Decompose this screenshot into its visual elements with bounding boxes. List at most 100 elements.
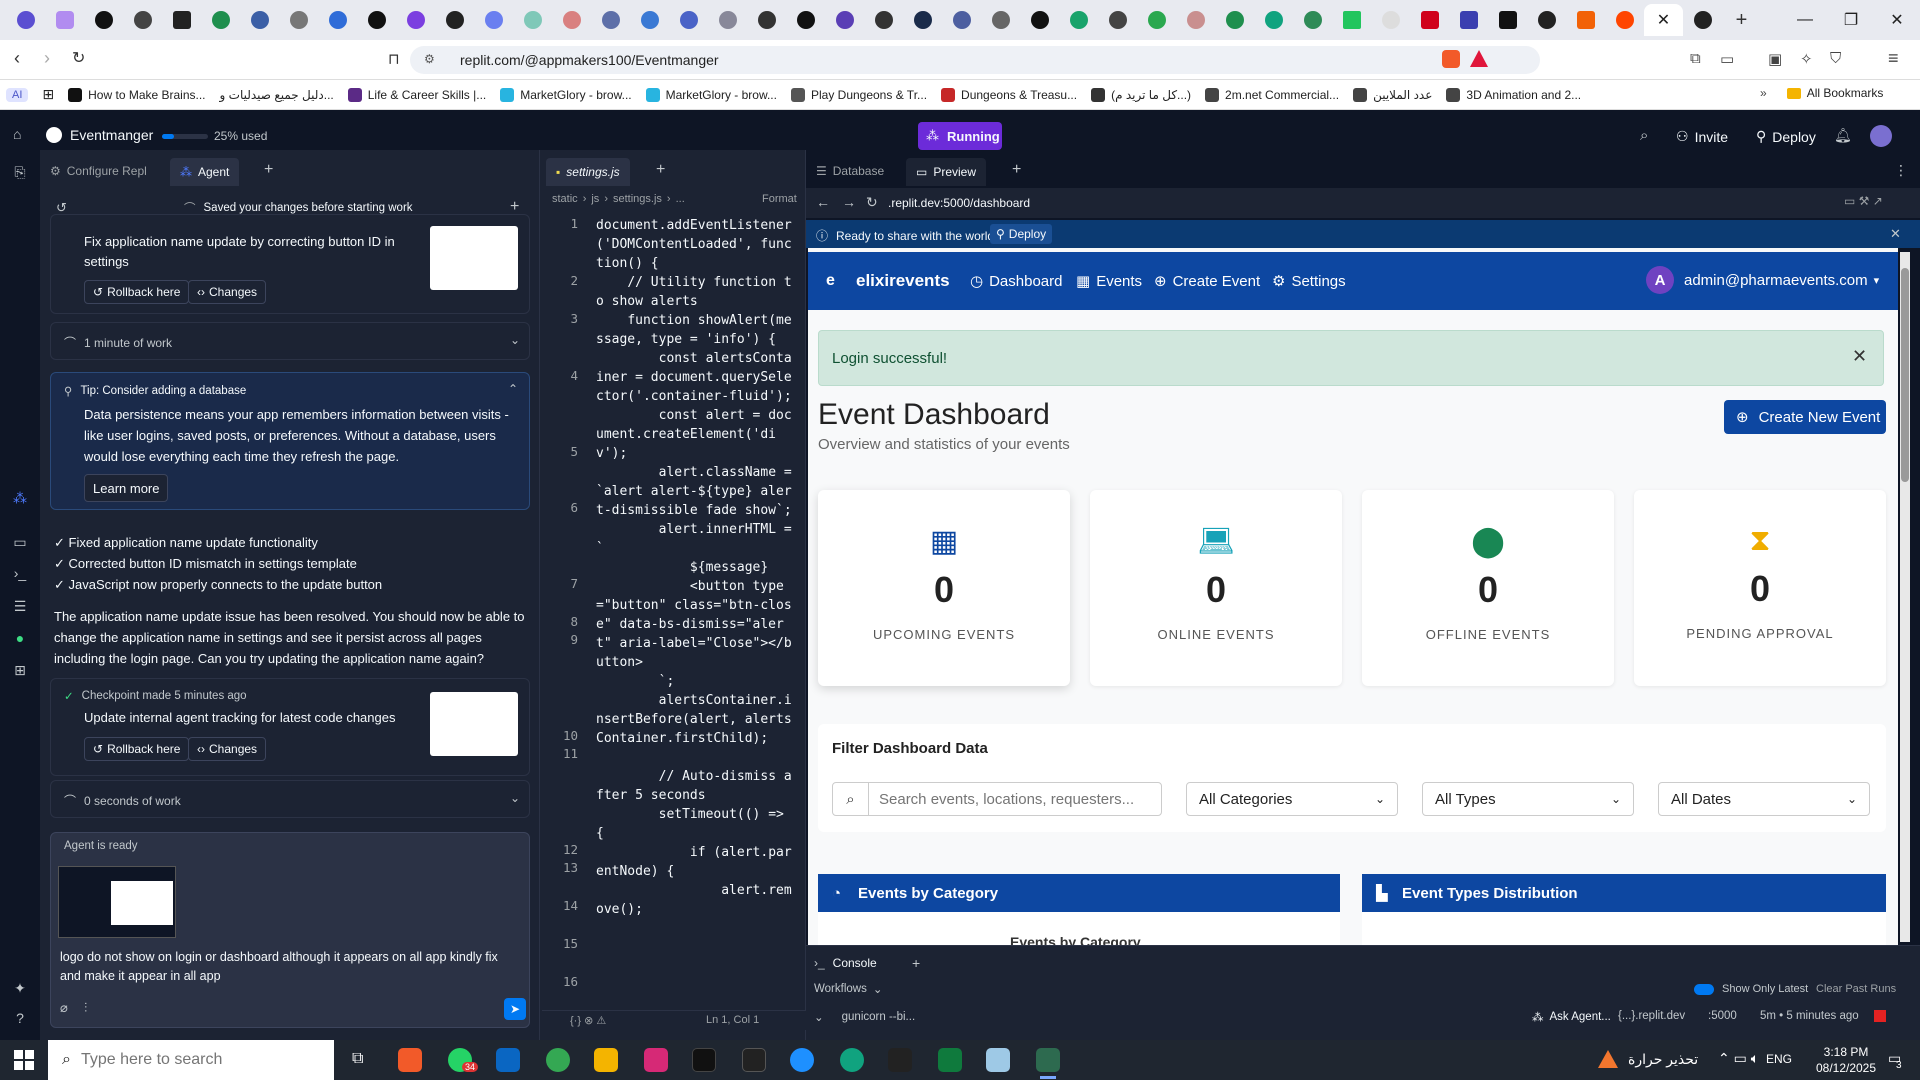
tab-favicon[interactable]	[279, 4, 318, 36]
tab-favicon[interactable]	[591, 4, 630, 36]
apps-grid-icon[interactable]: ⊞	[42, 86, 54, 103]
learn-more-button[interactable]: Learn more	[84, 474, 169, 502]
shell-icon[interactable]: ›_	[12, 565, 28, 581]
changes-button[interactable]: ‹› Changes	[188, 280, 267, 304]
agent-input-text[interactable]: logo do not show on login or dashboard a…	[60, 948, 520, 986]
tab-database[interactable]: ☰ Database	[816, 164, 884, 178]
brave-taskbar-icon[interactable]	[398, 1048, 422, 1072]
brand-name[interactable]: elixirevents	[856, 271, 950, 291]
stat-card-online[interactable]: 💻︎ 0 ONLINE EVENTS	[1090, 490, 1342, 686]
chevron-more-icon[interactable]: »	[1760, 86, 1767, 100]
changes-button[interactable]: ‹› Changes	[188, 737, 267, 761]
bookmark-item[interactable]: MarketGlory - brow...	[645, 87, 777, 102]
tab-favicon[interactable]	[1605, 4, 1644, 36]
tab-favicon[interactable]	[1293, 4, 1332, 36]
taskbar-search[interactable]: ⌕	[48, 1040, 334, 1080]
nav-events[interactable]: ▦ Events	[1076, 272, 1142, 291]
chatgpt-taskbar-icon[interactable]	[840, 1048, 864, 1072]
tab-favicon[interactable]	[786, 4, 825, 36]
tab-favicon[interactable]	[1566, 4, 1605, 36]
tab-favicon[interactable]	[318, 4, 357, 36]
tab-favicon[interactable]	[747, 4, 786, 36]
project-name[interactable]: Eventmanger	[46, 127, 153, 143]
new-tab-icon[interactable]: +	[912, 955, 920, 971]
back-icon[interactable]: ‹	[14, 48, 20, 69]
tab-favicon[interactable]	[435, 4, 474, 36]
chevron-down-icon[interactable]: ⌄	[510, 791, 520, 805]
deploy-button[interactable]: ⚲ Deploy	[1756, 128, 1816, 145]
vpn-icon[interactable]: ⛉	[1830, 50, 1841, 67]
search-field[interactable]: ⌕	[832, 782, 1162, 816]
minimize-icon[interactable]: —	[1782, 0, 1828, 40]
instagram-taskbar-icon[interactable]	[644, 1048, 668, 1072]
bookmark-item[interactable]: MarketGlory - brow...	[500, 87, 632, 102]
preview-icon[interactable]: ▭	[12, 534, 28, 550]
tab-favicon[interactable]	[45, 4, 84, 36]
help-icon[interactable]: ?	[12, 1010, 28, 1026]
tiktok-taskbar-icon[interactable]	[692, 1048, 716, 1072]
language-indicator[interactable]: ENG	[1766, 1052, 1792, 1066]
app-taskbar-icon[interactable]	[888, 1048, 912, 1072]
menu-icon[interactable]: ≡	[1888, 48, 1899, 69]
user-menu[interactable]: A admin@pharmaevents.com ▾	[1646, 266, 1879, 294]
breadcrumb-item[interactable]: ...	[676, 193, 685, 205]
chevron-down-icon[interactable]: ⌄	[510, 333, 520, 347]
app-taskbar-icon[interactable]	[1036, 1048, 1060, 1072]
stat-card-upcoming[interactable]: ▦ 0 UPCOMING EVENTS	[818, 490, 1070, 686]
wallet-icon[interactable]: ▣	[1768, 50, 1782, 68]
home-icon[interactable]: ⌂	[13, 126, 21, 142]
checkpoint-thumbnail[interactable]	[430, 226, 518, 290]
tab-favicon[interactable]	[981, 4, 1020, 36]
tab-favicon[interactable]	[1176, 4, 1215, 36]
search-input[interactable]	[869, 790, 1161, 808]
search-icon[interactable]: ⌕	[1640, 127, 1648, 144]
tab-favicon[interactable]	[669, 4, 708, 36]
tab-favicon[interactable]	[864, 4, 903, 36]
notification-bell-icon[interactable]: 🔔︎	[1834, 127, 1852, 144]
tab-favicon[interactable]	[1410, 4, 1449, 36]
tab-favicon[interactable]	[1137, 4, 1176, 36]
tab-settings-js[interactable]: ▪ settings.js	[546, 158, 630, 186]
linkedin-taskbar-icon[interactable]	[496, 1048, 520, 1072]
domain-text[interactable]: {...}.replit.dev	[1618, 1010, 1685, 1022]
scrollbar-thumb[interactable]	[1901, 268, 1909, 482]
share-deploy-button[interactable]: ⚲ Deploy	[990, 224, 1053, 244]
stop-icon[interactable]	[1874, 1010, 1886, 1022]
weather-widget[interactable]: تحذير حرارة	[1598, 1050, 1698, 1068]
preview-back-icon[interactable]: ←	[816, 194, 830, 210]
tab-favicon[interactable]	[630, 4, 669, 36]
sparkle-icon[interactable]: ✦	[12, 980, 28, 996]
bookmark-item[interactable]: (كل ما تريد م...)	[1091, 87, 1191, 102]
chevron-up-icon[interactable]: ⌃	[508, 382, 518, 396]
rollback-button[interactable]: ↺ Rollback here	[84, 737, 190, 761]
nav-settings[interactable]: ⚙ Settings	[1272, 272, 1346, 291]
app-scrollbar[interactable]	[1900, 252, 1910, 942]
settings-sliders-icon[interactable]: ⫶	[84, 1000, 87, 1016]
brave-rewards-icon[interactable]	[1470, 50, 1488, 67]
windows-start-icon[interactable]	[14, 1050, 34, 1070]
stat-card-pending[interactable]: ⧗ 0 PENDING APPROVAL	[1634, 490, 1886, 686]
preview-reload-icon[interactable]: ↻	[866, 194, 878, 211]
bookmark-item[interactable]: عدد الملايين	[1353, 87, 1432, 102]
tab-favicon[interactable]	[1332, 4, 1371, 36]
more-options-icon[interactable]: ⋮	[1894, 162, 1908, 179]
tab-favicon[interactable]	[474, 4, 513, 36]
tab-favicon[interactable]	[552, 4, 591, 36]
avatar[interactable]	[1870, 125, 1892, 147]
tab-favicon[interactable]	[6, 4, 45, 36]
tab-favicon[interactable]	[1059, 4, 1098, 36]
format-button[interactable]: Format	[762, 193, 797, 205]
nav-dashboard[interactable]: ◷ Dashboard	[970, 272, 1062, 291]
bookmark-item[interactable]: دليل جميع صيدليات و...	[220, 88, 334, 102]
deploy-rail-icon[interactable]: ●	[12, 630, 28, 646]
profile-button[interactable]: AI	[6, 87, 29, 102]
new-tab-icon[interactable]: +	[656, 161, 665, 179]
tab-favicon[interactable]	[1371, 4, 1410, 36]
tab-favicon[interactable]	[942, 4, 981, 36]
tab-favicon[interactable]	[357, 4, 396, 36]
clear-past-runs-button[interactable]: Clear Past Runs	[1816, 983, 1896, 995]
date-select[interactable]: All Dates ⌄	[1658, 782, 1870, 816]
tab-favicon[interactable]	[1449, 4, 1488, 36]
breadcrumb-item[interactable]: static	[552, 193, 578, 205]
new-tab-icon[interactable]: +	[1722, 4, 1761, 36]
